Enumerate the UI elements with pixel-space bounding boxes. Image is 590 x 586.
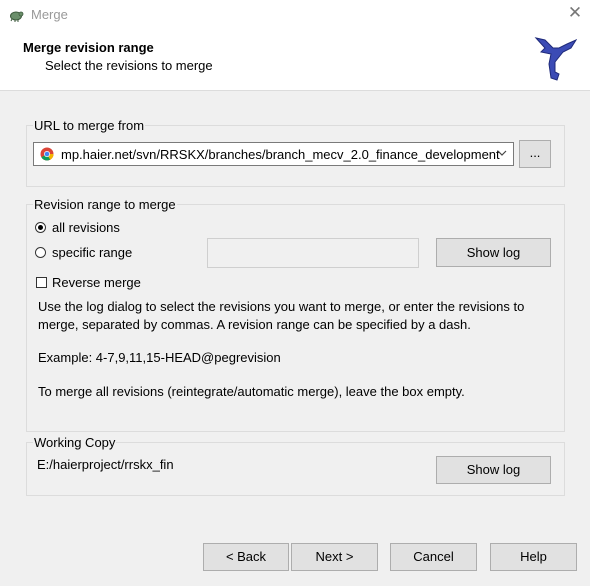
tortoise-app-icon [10, 11, 24, 22]
url-value: mp.haier.net/svn/RRSKX/branches/branch_m… [61, 147, 500, 162]
url-group-legend: URL to merge from [33, 118, 146, 133]
revision-range-legend: Revision range to merge [33, 197, 177, 212]
cancel-button[interactable]: Cancel [390, 543, 477, 571]
help-text-line1: Use the log dialog to select the revisio… [38, 299, 525, 314]
working-copy-legend: Working Copy [33, 435, 117, 450]
all-revisions-radio[interactable] [35, 222, 46, 233]
tortoisesvn-wizard-icon [534, 37, 577, 81]
show-log-button[interactable]: Show log [436, 238, 551, 267]
specific-range-label[interactable]: specific range [52, 245, 132, 260]
all-revisions-label[interactable]: all revisions [52, 220, 120, 235]
browse-button[interactable]: ... [519, 140, 551, 168]
revision-range-input[interactable] [207, 238, 419, 268]
help-button[interactable]: Help [490, 543, 577, 571]
reverse-merge-label[interactable]: Reverse merge [52, 275, 141, 290]
next-button[interactable]: Next > [291, 543, 378, 571]
close-icon[interactable]: ✕ [566, 3, 584, 23]
chevron-down-icon[interactable] [495, 146, 509, 160]
wizard-header: Merge revision range Select the revision… [0, 30, 590, 91]
page-subtitle: Select the revisions to merge [45, 58, 213, 73]
empty-box-note: To merge all revisions (reintegrate/auto… [38, 384, 465, 399]
page-title: Merge revision range [23, 40, 154, 55]
chrome-icon [40, 147, 54, 161]
url-combobox[interactable]: mp.haier.net/svn/RRSKX/branches/branch_m… [33, 142, 514, 166]
working-copy-path: E:/haierproject/rrskx_fin [37, 457, 174, 472]
title-bar: Merge ✕ [0, 0, 590, 30]
reverse-merge-checkbox[interactable] [36, 277, 47, 288]
window-title: Merge [31, 7, 68, 22]
back-button[interactable]: < Back [203, 543, 289, 571]
working-copy-show-log-button[interactable]: Show log [436, 456, 551, 484]
specific-range-radio[interactable] [35, 247, 46, 258]
example-text: Example: 4-7,9,11,15-HEAD@pegrevision [38, 350, 281, 365]
help-text-line2: merge, separated by commas. A revision r… [38, 317, 471, 332]
